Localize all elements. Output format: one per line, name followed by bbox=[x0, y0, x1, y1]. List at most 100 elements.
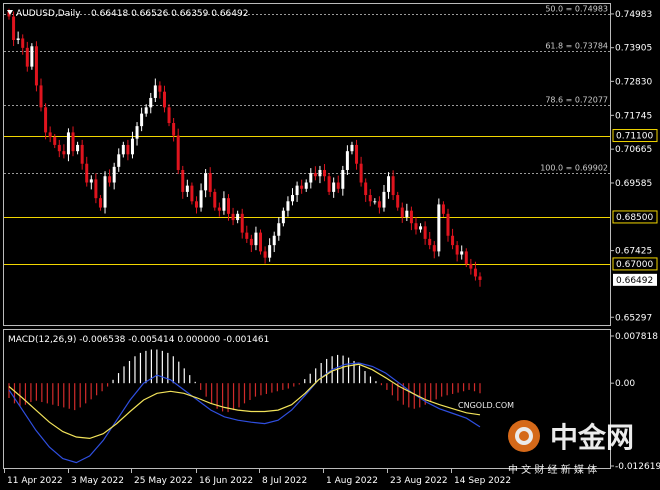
candle-body bbox=[249, 238, 253, 246]
candle-body bbox=[112, 166, 116, 183]
candle-body bbox=[428, 238, 432, 246]
candle-body bbox=[108, 176, 112, 183]
candle-body bbox=[396, 195, 400, 208]
candle-body bbox=[478, 276, 482, 280]
candle-body bbox=[277, 223, 281, 236]
candle-body bbox=[382, 191, 386, 208]
candle-body bbox=[208, 173, 212, 192]
candle-body bbox=[76, 144, 80, 152]
candle-body bbox=[167, 107, 171, 124]
chart-background bbox=[0, 0, 660, 490]
candle-body bbox=[368, 195, 372, 202]
candle-body bbox=[25, 47, 29, 67]
candle-body bbox=[226, 198, 230, 214]
candle-body bbox=[162, 91, 166, 108]
candle-body bbox=[263, 251, 267, 258]
candle-body bbox=[121, 144, 125, 155]
candle-body bbox=[53, 137, 57, 145]
candle-body bbox=[204, 173, 208, 191]
candle-body bbox=[199, 190, 203, 208]
candle-body bbox=[441, 204, 445, 214]
candle-body bbox=[16, 38, 20, 41]
fib-label: 100.0 = 0.69902 bbox=[540, 164, 608, 173]
candle bbox=[190, 182, 194, 205]
candle-body bbox=[323, 169, 327, 177]
candle-body bbox=[236, 213, 240, 221]
macd-tick-label: 0.00 bbox=[615, 379, 635, 389]
date-label: 25 May 2022 bbox=[134, 476, 193, 486]
price-tick-label: 0.67425 bbox=[615, 247, 652, 257]
candle bbox=[103, 171, 107, 214]
candle-body bbox=[57, 144, 61, 152]
candle-body bbox=[473, 268, 477, 277]
price-tick-label: 0.65297 bbox=[615, 313, 652, 323]
price-tick-label: 0.73905 bbox=[615, 44, 652, 54]
candle-body bbox=[272, 235, 276, 246]
macd-tick-label: -0.012619 bbox=[615, 462, 660, 472]
candle-body bbox=[21, 38, 25, 48]
price-tick-label: 0.74983 bbox=[615, 10, 652, 20]
candle-body bbox=[98, 198, 102, 208]
candle-body bbox=[373, 201, 377, 203]
candle-body bbox=[409, 210, 413, 224]
candle-body bbox=[71, 132, 75, 152]
candle-body bbox=[153, 85, 157, 98]
level-label: 0.67000 bbox=[616, 260, 653, 270]
candle-body bbox=[295, 185, 299, 196]
candle-body bbox=[130, 138, 134, 155]
date-label: 8 Jul 2022 bbox=[262, 476, 307, 486]
current-price-label: 0.66492 bbox=[616, 276, 653, 286]
candle-body bbox=[332, 182, 336, 192]
candle-body bbox=[135, 126, 139, 139]
candle-body bbox=[377, 201, 381, 208]
candle-body bbox=[464, 251, 468, 264]
fib-label: 61.8 = 0.73784 bbox=[545, 42, 608, 51]
candle-body bbox=[34, 46, 38, 86]
candle-body bbox=[217, 207, 221, 211]
price-tick-label: 0.71745 bbox=[615, 111, 652, 121]
candle bbox=[30, 43, 34, 70]
candle-body bbox=[62, 151, 66, 155]
candle-body bbox=[140, 113, 144, 127]
candle-body bbox=[437, 204, 441, 252]
fib-label: 50.0 = 0.74983 bbox=[545, 5, 608, 14]
candle-body bbox=[94, 179, 98, 199]
candle bbox=[327, 173, 331, 196]
candle-body bbox=[419, 226, 423, 230]
candle-body bbox=[345, 151, 349, 170]
candle-body bbox=[149, 97, 153, 108]
candle-body bbox=[400, 207, 404, 217]
candle-body bbox=[30, 46, 34, 67]
candle-body bbox=[336, 182, 340, 189]
candle-body bbox=[281, 210, 285, 224]
candle-body bbox=[85, 163, 89, 183]
candle-body bbox=[80, 144, 84, 164]
candle-body bbox=[176, 135, 180, 170]
candle-body bbox=[126, 144, 130, 155]
candle-body bbox=[446, 213, 450, 236]
candle-body bbox=[405, 210, 409, 217]
candle bbox=[167, 104, 171, 127]
candle-body bbox=[300, 185, 304, 189]
date-label: 1 Aug 2022 bbox=[326, 476, 378, 486]
date-label: 16 Jun 2022 bbox=[199, 476, 253, 486]
candle-body bbox=[423, 226, 427, 239]
candle-body bbox=[268, 245, 272, 258]
candle-body bbox=[12, 16, 16, 41]
candle-body bbox=[240, 213, 244, 233]
watermark-brand: 中金网 bbox=[550, 421, 634, 454]
candle-body bbox=[254, 232, 258, 246]
candle-body bbox=[318, 169, 322, 177]
candle-body bbox=[190, 185, 194, 202]
candle-body bbox=[460, 251, 464, 255]
candle-body bbox=[364, 182, 368, 196]
candle-body bbox=[245, 232, 249, 239]
candle-body bbox=[355, 144, 359, 164]
candle-body bbox=[291, 195, 295, 202]
candle bbox=[213, 188, 217, 211]
date-label: 14 Sep 2022 bbox=[454, 476, 511, 486]
candle-body bbox=[181, 169, 185, 192]
price-tick-label: 0.72830 bbox=[615, 77, 652, 87]
candle-body bbox=[48, 132, 52, 138]
candle-body bbox=[304, 182, 308, 189]
